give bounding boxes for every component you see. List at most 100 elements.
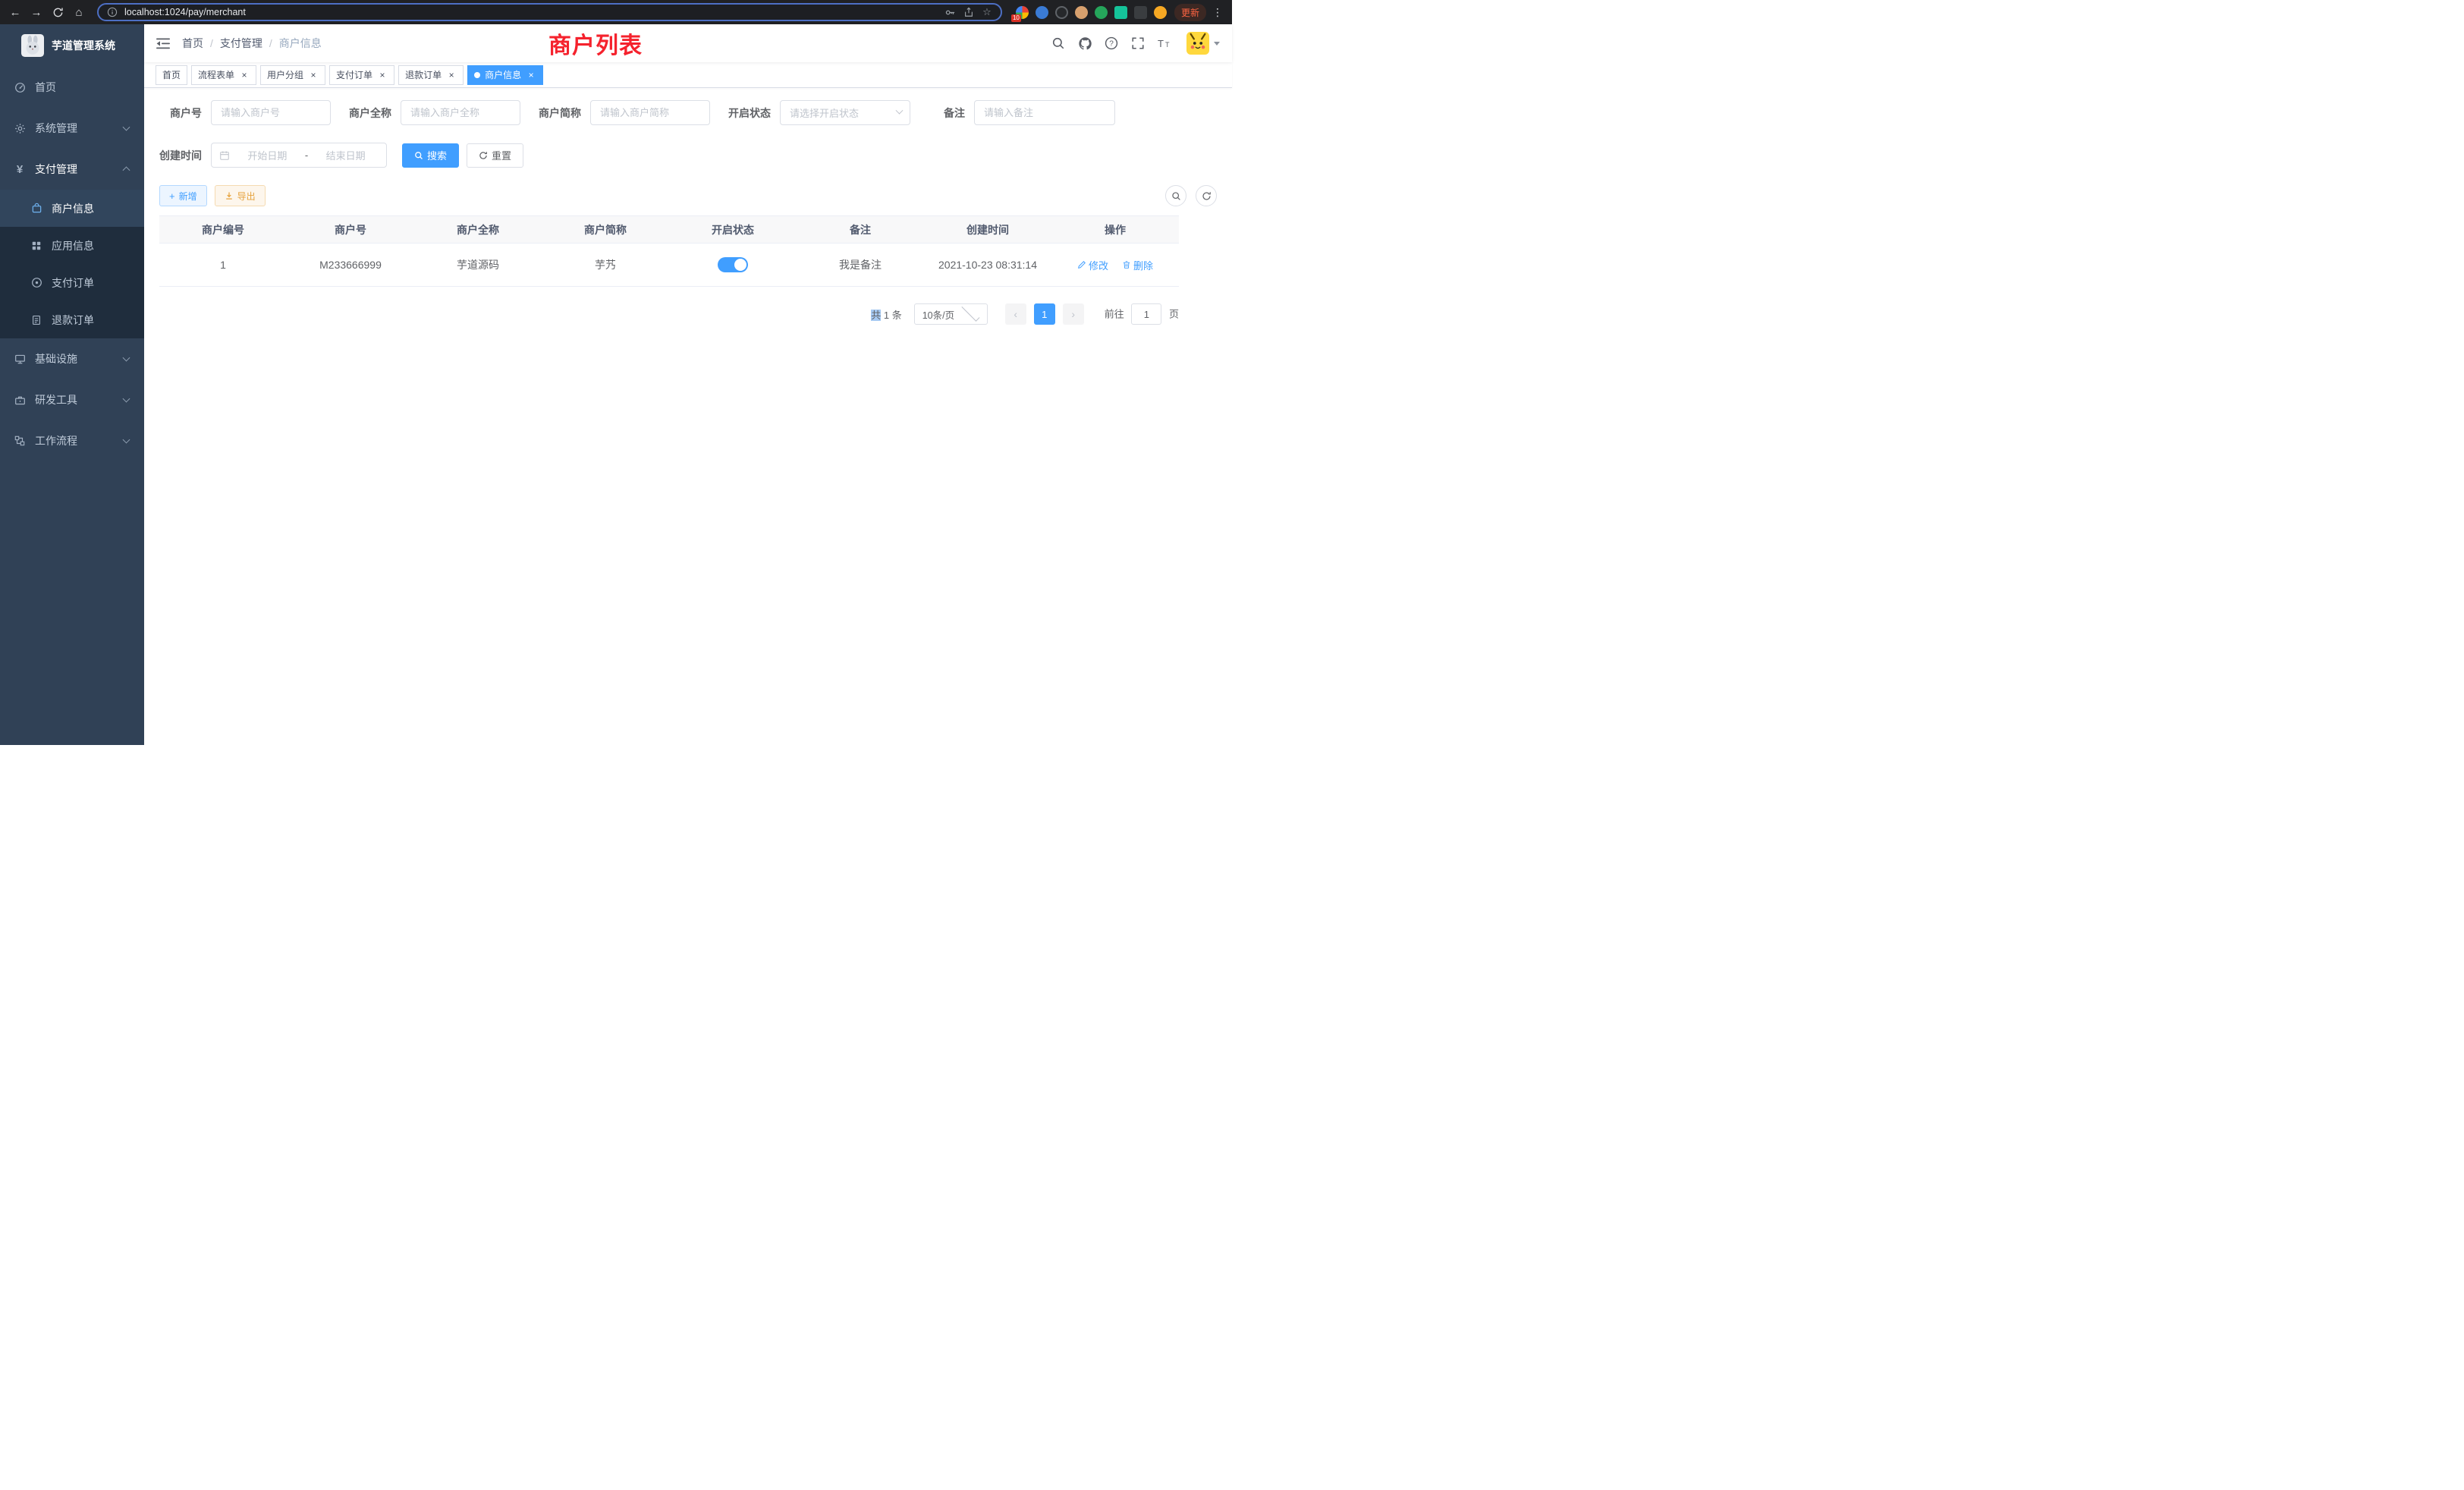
chevron-down-icon: [962, 303, 980, 321]
close-icon[interactable]: ×: [526, 70, 536, 80]
app-title: 芋道管理系统: [52, 38, 115, 53]
search-icon[interactable]: [1051, 36, 1066, 51]
cell-merchant-no: M233666999: [287, 244, 414, 287]
close-icon[interactable]: ×: [446, 70, 457, 80]
page-info-icon[interactable]: [106, 6, 118, 18]
refresh-table-button[interactable]: [1196, 185, 1217, 206]
extension-icon[interactable]: [1134, 6, 1147, 19]
sidebar-item-devtools[interactable]: 研发工具: [0, 379, 144, 420]
forward-button[interactable]: →: [27, 3, 46, 21]
sidebar-item-refund-order[interactable]: 退款订单: [0, 301, 144, 338]
tab-pay-order[interactable]: 支付订单 ×: [329, 65, 394, 85]
full-name-input[interactable]: [401, 100, 520, 125]
address-bar[interactable]: localhost:1024/pay/merchant ☆: [97, 3, 1002, 21]
cell-full-name: 芋道源码: [414, 244, 542, 287]
tab-user-group[interactable]: 用户分组 ×: [260, 65, 325, 85]
sidebar-item-payment[interactable]: ¥ 支付管理: [0, 149, 144, 190]
goto-page-input[interactable]: [1131, 303, 1161, 325]
tab-label: 退款订单: [405, 68, 442, 81]
extension-icon[interactable]: [1055, 6, 1068, 19]
tab-home[interactable]: 首页: [156, 65, 187, 85]
share-icon[interactable]: [963, 6, 975, 18]
tab-refund-order[interactable]: 退款订单 ×: [398, 65, 464, 85]
next-page-button[interactable]: ›: [1063, 303, 1084, 325]
start-date-placeholder: 开始日期: [234, 148, 300, 162]
page-content: 商户号 商户全称 商户简称 开启状态 请选择开启状态: [144, 88, 1232, 745]
close-icon[interactable]: ×: [308, 70, 319, 80]
delete-link[interactable]: 删除: [1122, 258, 1153, 272]
help-icon[interactable]: ?: [1104, 36, 1119, 51]
reload-button[interactable]: [49, 3, 67, 21]
extension-icon[interactable]: 10: [1016, 6, 1029, 19]
download-icon: [225, 191, 234, 200]
svg-text:T: T: [1158, 38, 1164, 49]
cell-status: [669, 244, 797, 287]
back-button[interactable]: ←: [6, 3, 24, 21]
close-icon[interactable]: ×: [377, 70, 388, 80]
sidebar-item-app-info[interactable]: 应用信息: [0, 227, 144, 264]
prev-page-button[interactable]: ‹: [1005, 303, 1026, 325]
tab-label: 商户信息: [485, 68, 521, 81]
sidebar-item-system[interactable]: 系统管理: [0, 108, 144, 149]
filter-short-name: 商户简称: [539, 100, 710, 125]
page-number-button[interactable]: 1: [1034, 303, 1055, 325]
reset-button[interactable]: 重置: [467, 143, 523, 168]
reload-icon: [52, 7, 64, 18]
search-button[interactable]: 搜索: [402, 143, 459, 168]
bookmark-star-icon[interactable]: ☆: [981, 6, 993, 18]
sidebar-item-pay-order[interactable]: 支付订单: [0, 264, 144, 301]
font-size-icon[interactable]: TT: [1157, 36, 1172, 51]
table-header-row: 商户编号 商户号 商户全称 商户简称 开启状态 备注 创建时间 操作: [159, 216, 1179, 244]
yen-icon: ¥: [14, 163, 26, 175]
status-toggle[interactable]: [718, 257, 748, 272]
password-key-icon[interactable]: [944, 6, 957, 18]
sidebar-item-infra[interactable]: 基础设施: [0, 338, 144, 379]
cell-actions: 修改 删除: [1051, 244, 1179, 287]
breadcrumb-payment[interactable]: 支付管理: [220, 36, 279, 51]
status-select[interactable]: 请选择开启状态: [780, 100, 910, 125]
create-time-range-picker[interactable]: 开始日期 - 结束日期: [211, 143, 387, 168]
browser-window: ← → ⌂ localhost:1024/pay/merchant ☆ 10: [0, 0, 1232, 745]
fullscreen-icon[interactable]: [1130, 36, 1146, 51]
monitor-icon: [14, 353, 26, 365]
edit-link[interactable]: 修改: [1077, 258, 1108, 272]
dashboard-icon: [14, 81, 26, 93]
export-button[interactable]: 导出: [215, 185, 266, 206]
sidebar-collapse-button[interactable]: [144, 24, 182, 62]
sidebar: 芋道管理系统 首页 系统管理 ¥: [0, 24, 144, 745]
url-text[interactable]: localhost:1024/pay/merchant: [124, 7, 938, 17]
merchant-no-input[interactable]: [211, 100, 331, 125]
browser-update-button[interactable]: 更新: [1174, 4, 1206, 21]
extension-icon[interactable]: [1114, 6, 1127, 19]
home-button[interactable]: ⌂: [70, 3, 88, 21]
chevron-down-icon: [896, 107, 904, 115]
extension-icon[interactable]: [1095, 6, 1108, 19]
browser-menu-button[interactable]: ⋮: [1209, 6, 1226, 19]
total-count: 共 1 条: [871, 307, 901, 322]
add-button[interactable]: + 新增: [159, 185, 207, 206]
button-label: 搜索: [427, 148, 447, 162]
tab-merchant-info[interactable]: 商户信息 ×: [467, 65, 543, 85]
sidebar-item-home[interactable]: 首页: [0, 67, 144, 108]
filter-create-time: 创建时间 开始日期 - 结束日期: [159, 143, 387, 168]
sidebar-item-label: 研发工具: [35, 392, 77, 407]
gear-icon: [14, 122, 26, 134]
breadcrumb-home[interactable]: 首页: [182, 36, 220, 51]
sidebar-item-workflow[interactable]: 工作流程: [0, 420, 144, 461]
page-size-select[interactable]: 10条/页: [914, 303, 988, 325]
user-menu[interactable]: [1186, 32, 1220, 55]
close-icon[interactable]: ×: [239, 70, 250, 80]
sidebar-item-merchant-info[interactable]: 商户信息: [0, 190, 144, 227]
remark-input[interactable]: [974, 100, 1115, 125]
total-prefix: 共: [871, 310, 881, 321]
sidebar-item-label: 系统管理: [35, 121, 77, 136]
short-name-input[interactable]: [590, 100, 710, 125]
toggle-search-button[interactable]: [1165, 185, 1186, 206]
extension-icon[interactable]: [1075, 6, 1088, 19]
tab-process-form[interactable]: 流程表单 ×: [191, 65, 256, 85]
home-icon: ⌂: [75, 6, 82, 19]
extension-icon[interactable]: [1154, 6, 1167, 19]
filter-merchant-no: 商户号: [159, 100, 331, 125]
extension-icon[interactable]: [1036, 6, 1048, 19]
github-icon[interactable]: [1077, 36, 1092, 51]
